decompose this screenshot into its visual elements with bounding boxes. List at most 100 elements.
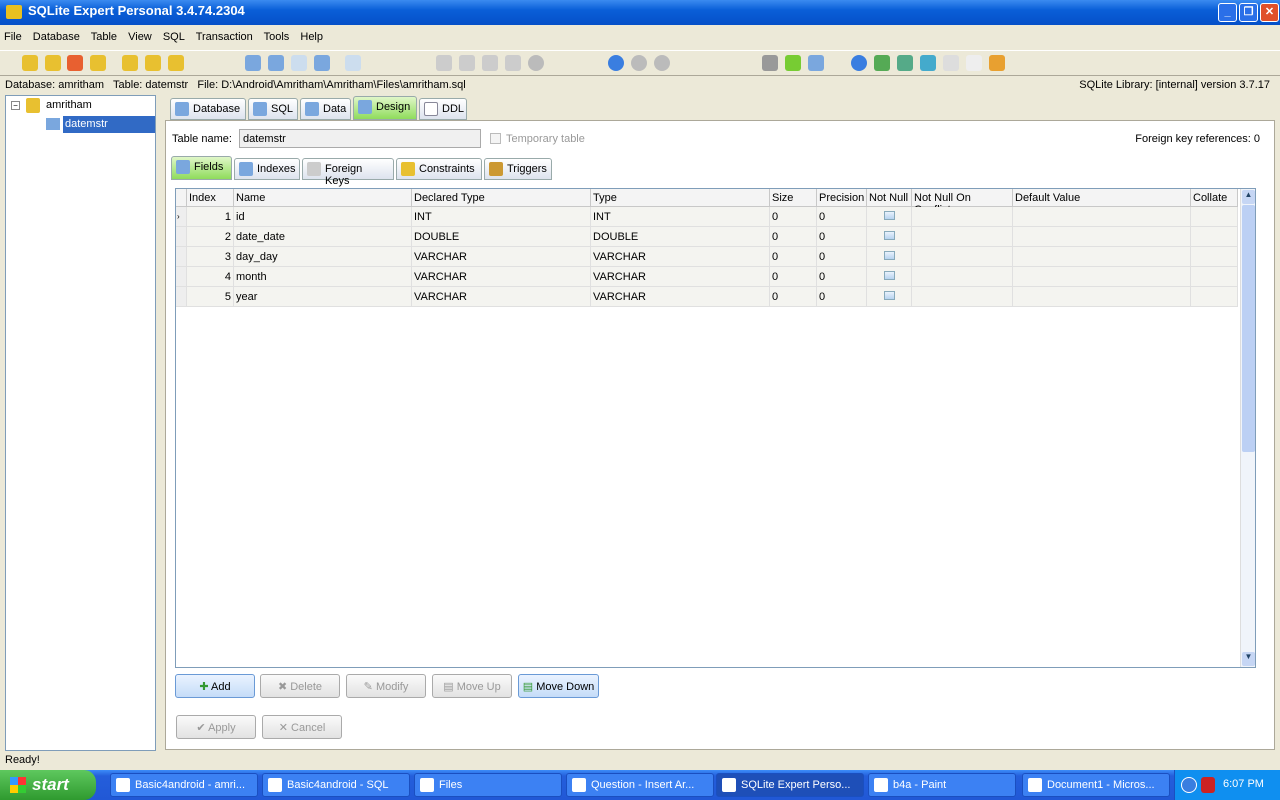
menu-help[interactable]: Help xyxy=(300,31,323,43)
checkbox-icon[interactable] xyxy=(884,251,895,260)
vertical-scrollbar[interactable]: ▲ ▼ xyxy=(1240,189,1255,667)
cell-index[interactable]: 4 xyxy=(187,267,234,287)
cell-precision[interactable]: 0 xyxy=(817,247,867,267)
cell-declared[interactable]: VARCHAR xyxy=(412,267,591,287)
new-database-icon[interactable] xyxy=(22,55,38,71)
column-header[interactable]: Default Value xyxy=(1013,189,1191,207)
taskbar-item[interactable]: Basic4android - amri... xyxy=(110,773,258,797)
update-icon[interactable] xyxy=(897,55,913,71)
empty-cell[interactable] xyxy=(1191,247,1238,267)
close-button[interactable]: ✕ xyxy=(1260,3,1279,22)
menu-sql[interactable]: SQL xyxy=(163,31,185,43)
antivirus-icon[interactable] xyxy=(1201,777,1215,793)
cell-index[interactable]: 3 xyxy=(187,247,234,267)
cell-size[interactable]: 0 xyxy=(770,247,817,267)
cell-name[interactable]: day_day xyxy=(234,247,412,267)
apply-button[interactable]: ✔ Apply xyxy=(176,715,256,739)
add-button[interactable]: ✚ Add xyxy=(175,674,255,698)
taskbar-item[interactable]: Basic4android - SQL xyxy=(262,773,410,797)
import-icon[interactable] xyxy=(345,55,361,71)
cell-name[interactable]: month xyxy=(234,267,412,287)
subtab-triggers[interactable]: Triggers xyxy=(484,158,552,180)
taskbar-item[interactable]: b4a - Paint xyxy=(868,773,1016,797)
tab-database[interactable]: Database xyxy=(170,98,246,120)
column-header[interactable]: Collate xyxy=(1191,189,1238,207)
cell-type[interactable]: INT xyxy=(591,207,770,227)
collapse-icon[interactable]: − xyxy=(11,101,20,110)
menu-transaction[interactable]: Transaction xyxy=(196,31,253,43)
menu-file[interactable]: File xyxy=(4,31,22,43)
empty-cell[interactable] xyxy=(1191,287,1238,307)
row-indicator[interactable]: › xyxy=(176,207,187,227)
home-icon[interactable] xyxy=(874,55,890,71)
tree-table[interactable]: datemstr xyxy=(63,116,155,133)
subtab-foreign-keys[interactable]: Foreign Keys xyxy=(302,158,394,187)
mail-icon[interactable] xyxy=(943,55,959,71)
tab-ddl[interactable]: DDL xyxy=(419,98,467,120)
empty-cell[interactable] xyxy=(1013,227,1191,247)
cell-precision[interactable]: 0 xyxy=(817,267,867,287)
rollback-icon[interactable] xyxy=(459,55,475,71)
scroll-down-arrow[interactable]: ▼ xyxy=(1242,652,1255,666)
menu-database[interactable]: Database xyxy=(33,31,80,43)
cell-declared[interactable]: VARCHAR xyxy=(412,287,591,307)
attach-database-icon[interactable] xyxy=(122,55,138,71)
cancel-button[interactable]: ✕ Cancel xyxy=(262,715,342,739)
empty-cell[interactable] xyxy=(912,247,1013,267)
not-null-checkbox[interactable] xyxy=(867,287,912,307)
row-indicator[interactable] xyxy=(176,287,187,307)
database-settings-icon[interactable] xyxy=(90,55,106,71)
cell-type[interactable]: VARCHAR xyxy=(591,287,770,307)
column-header[interactable]: Size xyxy=(770,189,817,207)
row-indicator[interactable] xyxy=(176,227,187,247)
maximize-button[interactable]: ❐ xyxy=(1239,3,1258,22)
taskbar-item[interactable]: Document1 - Micros... xyxy=(1022,773,1170,797)
taskbar-item[interactable]: Question - Insert Ar... xyxy=(566,773,714,797)
release-icon[interactable] xyxy=(505,55,521,71)
column-header[interactable]: Not Null On Conflict xyxy=(912,189,1013,216)
tab-sql[interactable]: SQL xyxy=(248,98,298,120)
column-header[interactable]: Declared Type xyxy=(412,189,591,207)
column-header[interactable]: Precision xyxy=(817,189,867,207)
checkbox-icon[interactable] xyxy=(884,291,895,300)
empty-cell[interactable] xyxy=(1013,247,1191,267)
subtab-indexes[interactable]: Indexes xyxy=(234,158,300,180)
checkbox-icon[interactable] xyxy=(884,271,895,280)
subtab-fields[interactable]: Fields xyxy=(171,156,232,180)
temporary-table-checkbox[interactable] xyxy=(490,133,501,144)
cell-declared[interactable]: VARCHAR xyxy=(412,247,591,267)
taskbar-item[interactable]: SQLite Expert Perso... xyxy=(716,773,864,797)
cell-size[interactable]: 0 xyxy=(770,207,817,227)
empty-cell[interactable] xyxy=(1013,207,1191,227)
filter-icon[interactable] xyxy=(785,55,801,71)
stop-icon[interactable] xyxy=(654,55,670,71)
open-database-icon[interactable] xyxy=(45,55,61,71)
settings-icon[interactable] xyxy=(762,55,778,71)
cell-type[interactable]: VARCHAR xyxy=(591,247,770,267)
savepoint-icon[interactable] xyxy=(482,55,498,71)
empty-cell[interactable] xyxy=(912,227,1013,247)
step-icon[interactable] xyxy=(631,55,647,71)
not-null-checkbox[interactable] xyxy=(867,267,912,287)
checkbox-icon[interactable] xyxy=(884,211,895,220)
column-header[interactable]: Type xyxy=(591,189,770,207)
copy-table-icon[interactable] xyxy=(314,55,330,71)
rename-table-icon[interactable] xyxy=(268,55,284,71)
tab-data[interactable]: Data xyxy=(300,98,351,120)
commit-icon[interactable] xyxy=(436,55,452,71)
cell-index[interactable]: 2 xyxy=(187,227,234,247)
row-indicator[interactable] xyxy=(176,267,187,287)
minimize-button[interactable]: _ xyxy=(1218,3,1237,22)
checkbox-icon[interactable] xyxy=(884,231,895,240)
about-icon[interactable] xyxy=(989,55,1005,71)
cell-size[interactable]: 0 xyxy=(770,227,817,247)
scrollbar-thumb[interactable] xyxy=(1242,205,1255,452)
cancel-icon[interactable] xyxy=(528,55,544,71)
table-name-input[interactable]: datemstr xyxy=(239,129,481,148)
empty-cell[interactable] xyxy=(1191,227,1238,247)
modify-button[interactable]: ✎ Modify xyxy=(346,674,426,698)
register-icon[interactable] xyxy=(966,55,982,71)
cell-type[interactable]: DOUBLE xyxy=(591,227,770,247)
tab-design[interactable]: Design xyxy=(353,96,417,120)
column-header[interactable]: Index xyxy=(187,189,234,207)
